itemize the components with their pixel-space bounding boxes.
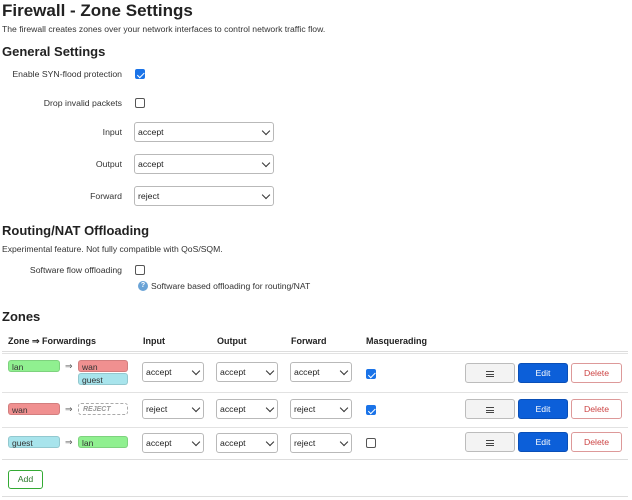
zone-output-select[interactable]: accept [216, 399, 278, 419]
chevron-down-icon [265, 366, 275, 376]
forwarding-badge-reject: REJECT [78, 403, 128, 415]
masquerading-checkbox[interactable] [366, 369, 376, 379]
page-title: Firewall - Zone Settings [2, 1, 193, 20]
edit-button[interactable]: Edit [518, 363, 568, 383]
flow-offloading-label: Software flow offloading [29, 265, 122, 275]
zone-badge-guest: guest [8, 436, 60, 448]
menu-icon [486, 370, 494, 377]
zone-input-select[interactable]: accept [142, 362, 204, 382]
zone-output-value: accept [220, 367, 246, 377]
input-policy-select[interactable]: accept [134, 122, 274, 142]
drag-handle-button[interactable] [465, 432, 515, 452]
offloading-note: Experimental feature. Not fully compatib… [2, 244, 223, 254]
flow-offloading-hint-text: Software based offloading for routing/NA… [151, 281, 311, 291]
footer-divider [2, 496, 628, 497]
forward-policy-select[interactable]: reject [134, 186, 274, 206]
zone-input-select[interactable]: reject [142, 399, 204, 419]
col-header-forward: Forward [291, 336, 327, 346]
col-header-masquerading: Masquerading [366, 336, 428, 346]
input-policy-value: accept [138, 127, 164, 137]
chevron-down-icon [191, 437, 201, 447]
chevron-down-icon [265, 403, 275, 413]
page-description: The firewall creates zones over your net… [2, 24, 326, 34]
delete-button[interactable]: Delete [571, 399, 622, 419]
forward-arrow-icon: ⇒ [65, 361, 73, 371]
output-policy-label: Output [95, 159, 122, 169]
drop-invalid-checkbox[interactable] [135, 98, 145, 108]
offloading-heading: Routing/NAT Offloading [2, 223, 150, 238]
help-icon: ? [138, 281, 148, 291]
table-header-divider [2, 351, 628, 352]
zone-forward-select[interactable]: accept [290, 362, 352, 382]
chevron-down-icon [339, 366, 349, 376]
forward-policy-label: Forward [90, 191, 122, 201]
col-header-output: Output [217, 336, 247, 346]
chevron-down-icon [265, 437, 275, 447]
zone-input-value: accept [146, 367, 172, 377]
general-settings-heading: General Settings [2, 44, 106, 59]
zones-heading: Zones [2, 309, 41, 324]
chevron-down-icon [339, 437, 349, 447]
flow-offloading-checkbox[interactable] [135, 265, 145, 275]
zone-forward-select[interactable]: reject [290, 433, 352, 453]
drag-handle-button[interactable] [465, 399, 515, 419]
output-policy-select[interactable]: accept [134, 154, 274, 174]
menu-icon [486, 406, 494, 413]
zone-input-value: accept [146, 438, 172, 448]
zone-forward-select[interactable]: reject [290, 399, 352, 419]
chevron-down-icon [261, 158, 271, 168]
chevron-down-icon [261, 126, 271, 136]
forward-policy-value: reject [138, 191, 160, 201]
zone-forward-value: accept [294, 367, 320, 377]
syn-flood-label: Enable SYN-flood protection [12, 69, 122, 79]
chevron-down-icon [261, 190, 271, 200]
add-zone-button[interactable]: Add [8, 470, 43, 489]
drop-invalid-label: Drop invalid packets [43, 98, 122, 108]
col-header-input: Input [143, 336, 165, 346]
zone-forward-value: reject [294, 404, 316, 414]
forward-arrow-icon: ⇒ [65, 437, 73, 447]
output-policy-value: accept [138, 159, 164, 169]
zone-input-select[interactable]: accept [142, 433, 204, 453]
edit-button[interactable]: Edit [518, 432, 568, 452]
menu-icon [486, 439, 494, 446]
zone-output-select[interactable]: accept [216, 433, 278, 453]
masquerading-checkbox[interactable] [366, 405, 376, 415]
forwarding-badge-guest: guest [78, 373, 128, 385]
forwarding-badge-lan: lan [78, 436, 128, 448]
delete-button[interactable]: Delete [571, 432, 622, 452]
table-bottom-divider [2, 459, 628, 460]
chevron-down-icon [191, 403, 201, 413]
zone-badge-lan: lan [8, 360, 60, 372]
chevron-down-icon [339, 403, 349, 413]
masquerading-checkbox[interactable] [366, 438, 376, 448]
delete-button[interactable]: Delete [571, 363, 622, 383]
forward-arrow-icon: ⇒ [65, 404, 73, 414]
input-policy-label: Input [102, 127, 122, 137]
forwarding-badge-wan: wan [78, 360, 128, 372]
zone-output-value: accept [220, 438, 246, 448]
zone-output-value: accept [220, 404, 246, 414]
chevron-down-icon [191, 366, 201, 376]
flow-offloading-hint: ? Software based offloading for routing/… [138, 281, 310, 291]
zone-forward-value: reject [294, 438, 316, 448]
zone-input-value: reject [146, 404, 168, 414]
edit-button[interactable]: Edit [518, 399, 568, 419]
col-header-zone: Zone ⇒ Forwardings [8, 336, 97, 346]
zone-output-select[interactable]: accept [216, 362, 278, 382]
drag-handle-button[interactable] [465, 363, 515, 383]
zone-badge-wan: wan [8, 403, 60, 415]
syn-flood-checkbox[interactable] [135, 69, 145, 79]
